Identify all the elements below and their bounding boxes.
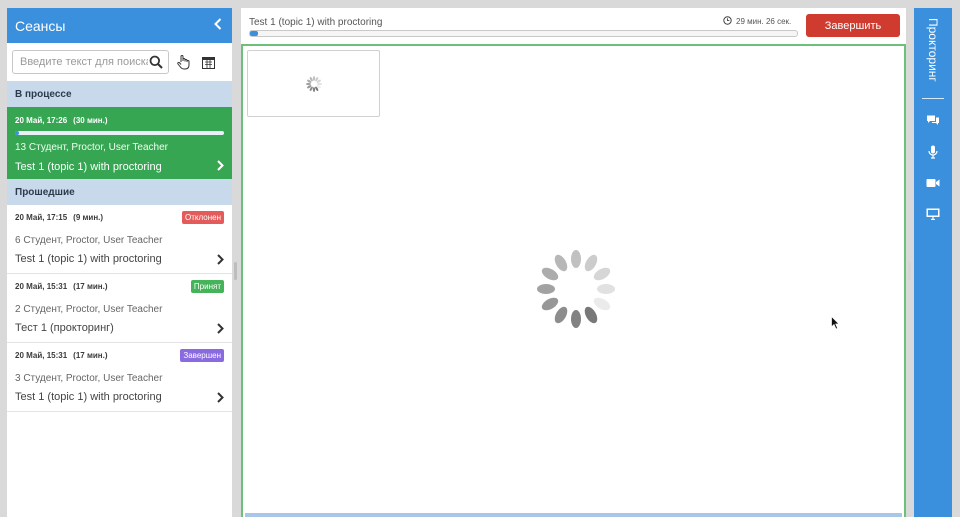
sidebar-header: Сеансы: [7, 8, 232, 43]
search-box: [12, 50, 169, 74]
session-participants: 3 Студент, Proctor, User Teacher: [15, 373, 163, 384]
spinner-petal: [571, 250, 581, 268]
test-progress-fill: [250, 31, 259, 36]
test-progress-bar: [249, 30, 798, 37]
spinner-petal: [312, 76, 316, 81]
spinner-petal: [593, 297, 611, 311]
panel-title: Прокторинг: [926, 18, 940, 82]
session-progress-fill: [15, 131, 20, 135]
proctoring-panel: Прокторинг: [914, 8, 952, 517]
window-edge: [952, 8, 960, 517]
screen-icon[interactable]: [926, 207, 940, 221]
session-title: Test 1 (topic 1) with proctoring: [15, 161, 162, 173]
stage-bottom-bar: [245, 513, 902, 517]
session-date: 20 Май, 17:15 (9 мин.): [15, 213, 104, 222]
spinner-petal: [541, 267, 559, 281]
loading-spinner-icon: [537, 250, 615, 328]
test-title: Test 1 (topic 1) with proctoring: [249, 17, 383, 28]
chevron-right-icon[interactable]: [217, 321, 224, 337]
session-title: Test 1 (topic 1) with proctoring: [15, 253, 162, 265]
mouse-cursor-icon: [831, 316, 840, 330]
spinner-petal: [317, 82, 322, 86]
spinner-petal: [584, 254, 598, 272]
spinner-petal: [537, 284, 555, 294]
session-title: Test 1 (topic 1) with proctoring: [15, 391, 162, 403]
sidebar-title: Сеансы: [15, 17, 66, 34]
status-badge: Завершен: [180, 349, 224, 362]
search-row: [7, 43, 232, 81]
collapse-chevron-icon[interactable]: [214, 17, 222, 34]
spinner-petal: [597, 284, 615, 294]
group-in-progress: В процессе: [7, 81, 232, 107]
video-thumbnail[interactable]: [247, 50, 380, 117]
test-topbar: Test 1 (topic 1) with proctoring 29 мин.…: [241, 8, 906, 44]
session-participants: 6 Студент, Proctor, User Teacher: [15, 235, 163, 246]
status-badge: Принят: [190, 280, 224, 293]
spinner-petal: [593, 267, 611, 281]
session-progress-bar: [15, 131, 224, 135]
microphone-icon[interactable]: [926, 145, 940, 159]
spinner-petal: [554, 306, 568, 324]
timer-text: 29 мин. 26 сек.: [736, 17, 792, 26]
group-past: Прошедшие: [7, 179, 232, 205]
chevron-right-icon[interactable]: [217, 252, 224, 268]
chevron-right-icon[interactable]: [217, 390, 224, 406]
session-date: 20 Май, 15:31 (17 мин.): [15, 282, 108, 291]
finish-button[interactable]: Завершить: [806, 14, 900, 37]
search-icon[interactable]: [148, 53, 164, 71]
session-date: 20 Май, 17:26 (30 мин.): [15, 116, 108, 125]
clock-icon: [723, 16, 732, 27]
search-input[interactable]: [20, 56, 148, 68]
session-participants: 2 Студент, Proctor, User Teacher: [15, 304, 163, 315]
panel-separator: [922, 98, 944, 99]
chevron-right-icon[interactable]: [217, 158, 224, 174]
session-date: 20 Май, 15:31 (17 мин.): [15, 351, 108, 360]
session-item-active[interactable]: 20 Май, 17:26 (30 мин.) 13 Студент, Proct…: [7, 107, 232, 179]
session-item[interactable]: 20 Май, 15:31 (17 мин.) Принят 2 Студент, P…: [7, 274, 232, 343]
spinner-petal: [541, 297, 559, 311]
spinner-petal: [571, 310, 581, 328]
sidebar-resize-handle[interactable]: [234, 262, 237, 280]
hand-pointer-icon[interactable]: [175, 53, 193, 71]
camera-icon[interactable]: [926, 176, 940, 190]
session-participants: 13 Студент, Proctor, User Teacher: [15, 142, 168, 153]
status-badge: Отклонен: [182, 211, 224, 224]
calendar-icon[interactable]: [199, 53, 217, 71]
chat-icon[interactable]: [926, 113, 940, 127]
sessions-sidebar: Сеансы В процессе 20 Май, 17:26(30 мин.)…: [7, 8, 232, 517]
past-sessions-list: 20 Май, 17:15 (9 мин.) Отклонен 6 Студент, …: [7, 205, 232, 412]
panel-resize-handle[interactable]: [908, 262, 911, 280]
video-stage: [241, 44, 906, 517]
spinner-petal: [554, 254, 568, 272]
spinner-petal: [306, 82, 311, 86]
session-item[interactable]: 20 Май, 15:31 (17 мин.) Завершен 3 Студент,…: [7, 343, 232, 412]
spinner-petal: [312, 87, 316, 92]
spinner-petal: [584, 306, 598, 324]
session-title: Тест 1 (прокторинг): [15, 322, 114, 334]
main-area: Test 1 (topic 1) with proctoring 29 мин.…: [241, 8, 906, 517]
loading-spinner-small-icon: [306, 76, 322, 92]
timer: 29 мин. 26 сек.: [723, 16, 791, 27]
session-item[interactable]: 20 Май, 17:15 (9 мин.) Отклонен 6 Студент, …: [7, 205, 232, 274]
